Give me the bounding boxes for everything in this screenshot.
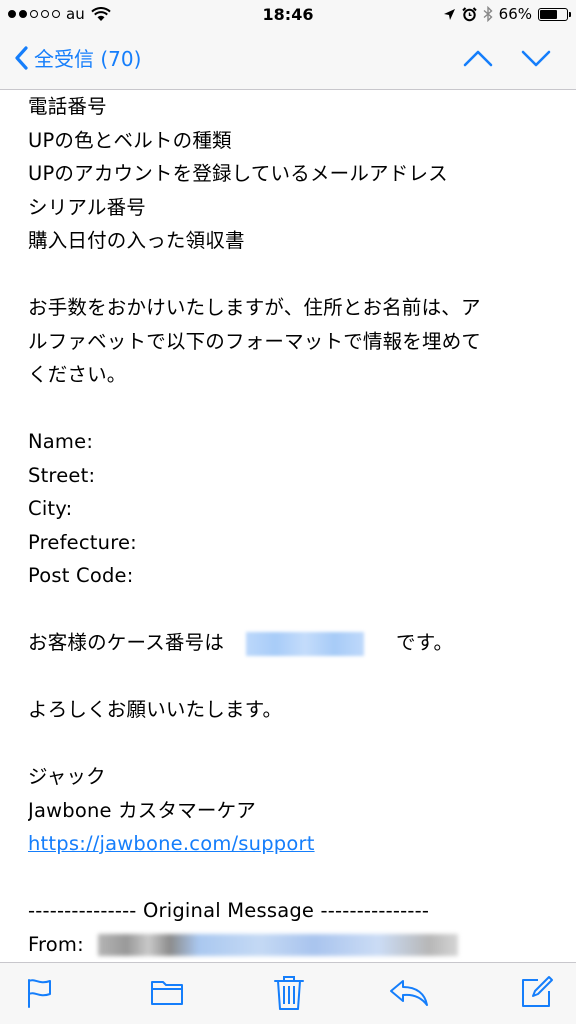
chevron-left-icon <box>15 45 28 70</box>
body-line: シリアル番号 <box>28 195 147 219</box>
battery-icon <box>538 7 571 21</box>
closing-line: よろしくお願いいたします。 <box>28 698 283 721</box>
from-line: From: <box>28 928 558 961</box>
message-navigation <box>462 46 552 70</box>
email-body: 電話番号 UPの色とベルトの種類 UPのアカウントを登録しているメールアドレス … <box>28 90 558 960</box>
previous-message-button[interactable] <box>462 46 494 70</box>
flag-icon[interactable] <box>26 977 54 1009</box>
body-line: 購入日付の入った領収書 <box>28 229 245 252</box>
status-bar: au 18:46 66% <box>0 0 576 30</box>
field-city-label: City: <box>28 497 73 520</box>
status-right: 66% <box>443 5 571 23</box>
folder-icon[interactable] <box>150 977 184 1007</box>
redacted-case-number <box>246 631 365 656</box>
body-line: UPのアカウントを登録しているメールアドレス <box>28 162 448 185</box>
field-street-label: Street: <box>28 463 96 487</box>
redacted-sender <box>97 934 458 956</box>
trash-icon[interactable] <box>273 975 305 1011</box>
battery-percentage: 66% <box>498 5 532 23</box>
field-name-label: Name: <box>28 430 94 453</box>
from-label: From: <box>28 932 84 956</box>
next-message-button[interactable] <box>520 46 552 70</box>
request-line: ルファベットで以下のフォーマットで情報を埋めて <box>28 329 482 353</box>
request-line: ください。 <box>28 363 127 386</box>
bottom-toolbar <box>0 962 576 1024</box>
field-prefecture-label: Prefecture: <box>28 530 137 554</box>
signature-name: ジャック <box>28 765 106 788</box>
support-link[interactable]: https://jawbone.com/support <box>28 832 315 855</box>
request-line: お手数をおかけいたしますが、住所とお名前は、ア <box>28 296 481 319</box>
location-arrow-icon <box>443 8 455 20</box>
body-line: UPの色とベルトの種類 <box>28 128 232 152</box>
case-number-line: お客様のケース番号は です。 <box>28 626 558 660</box>
navigation-bar: 全受信 (70) <box>0 30 576 90</box>
alarm-clock-icon <box>461 6 477 21</box>
compose-icon[interactable] <box>520 975 554 1009</box>
battery-fill <box>540 9 557 19</box>
case-number-prefix: お客様のケース番号は <box>28 631 225 654</box>
case-number-suffix: です。 <box>396 631 454 654</box>
signature-team: Jawbone カスタマーケア <box>28 798 257 822</box>
reply-icon[interactable] <box>389 977 429 1007</box>
original-message-divider: --------------- Original Message -------… <box>28 899 430 922</box>
field-postcode-label: Post Code: <box>28 564 134 587</box>
back-button-label: 全受信 (70) <box>34 47 142 71</box>
body-line: 電話番号 <box>28 95 107 118</box>
bluetooth-icon <box>483 6 493 22</box>
back-button[interactable]: 全受信 (70) <box>14 43 141 72</box>
